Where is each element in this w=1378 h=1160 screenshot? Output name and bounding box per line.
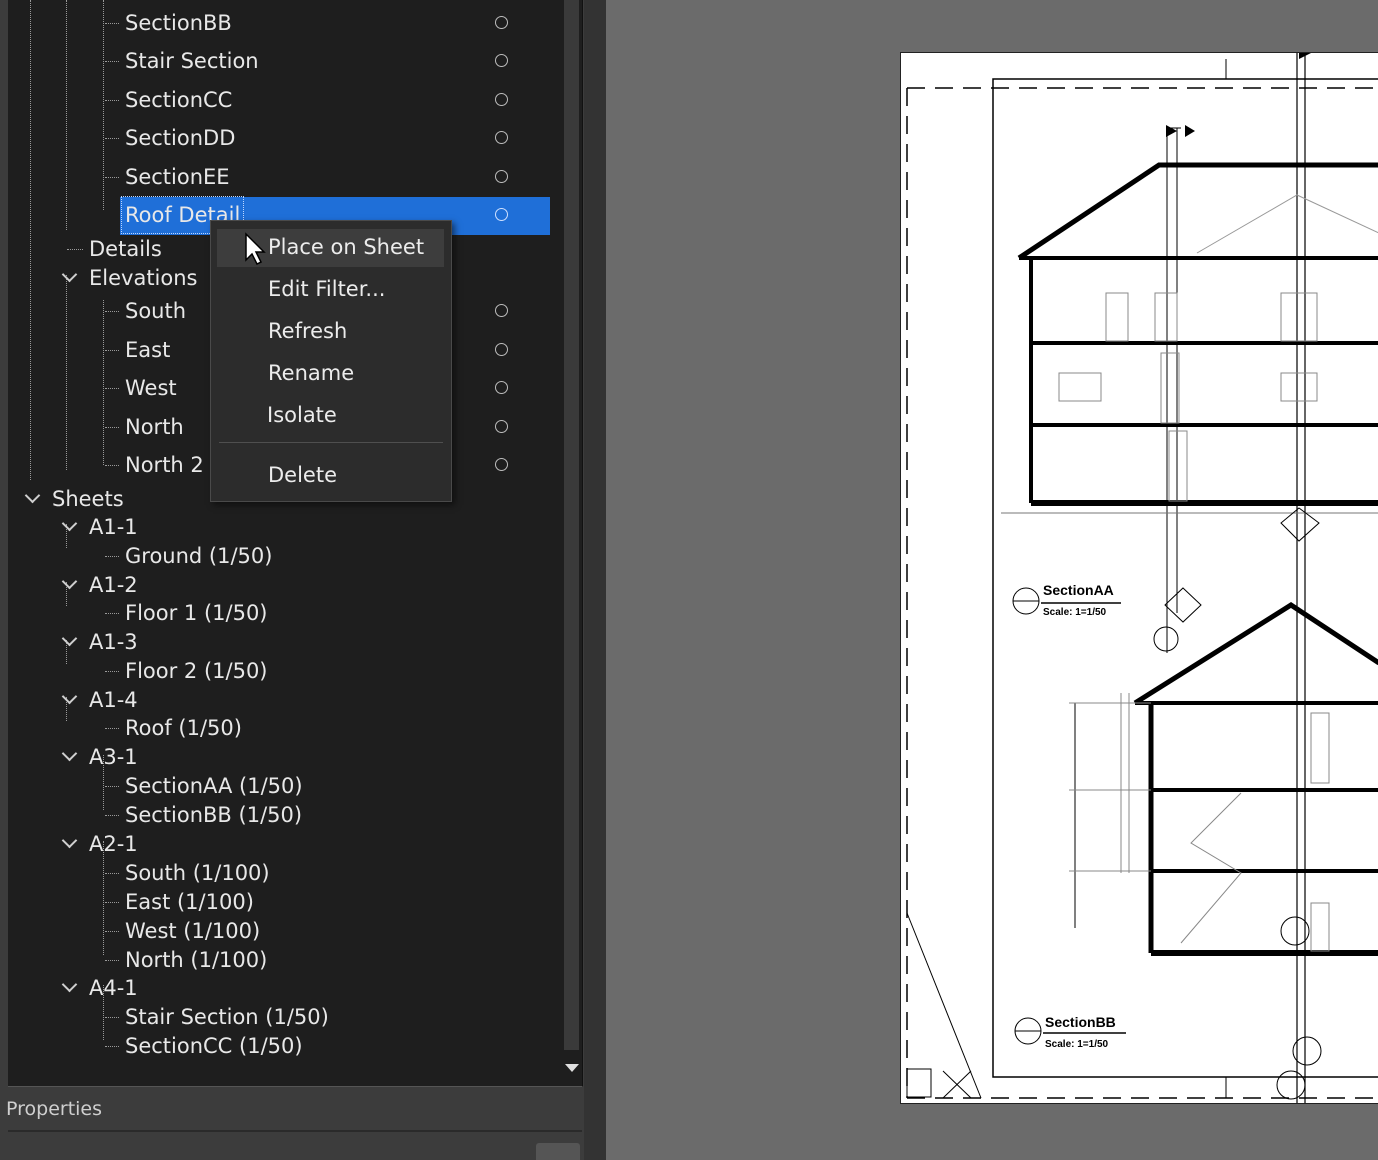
tree-item-label: SectionCC — [125, 88, 233, 112]
sheet-drawing: SectionAA Scale: 1=1/50 SectionBB Scale:… — [906, 53, 1378, 1103]
tree-item-label: SectionEE — [125, 165, 230, 189]
properties-label: Properties — [6, 1098, 103, 1120]
project-browser-panel: SectionBB Stair Section SectionCC SectionDD… — [0, 0, 584, 1160]
chevron-down-icon[interactable] — [61, 832, 78, 849]
tree-branch-line — [105, 100, 119, 101]
tree-item-label: SectionDD — [125, 126, 236, 150]
tree-branch-line — [105, 613, 119, 614]
tree-item[interactable]: Stair Section — [8, 43, 554, 79]
tree-item-label: East — [125, 338, 171, 362]
chevron-down-icon[interactable] — [61, 573, 78, 590]
menu-item-delete[interactable]: Delete — [268, 463, 337, 487]
tree-item[interactable]: SectionCC (1/50) — [8, 1028, 554, 1064]
panel-splitter[interactable] — [584, 0, 606, 1160]
tree-branch-line — [105, 61, 119, 62]
chevron-down-icon[interactable] — [61, 266, 78, 283]
view-status-radio-icon[interactable] — [495, 381, 508, 394]
tree-item-label: Stair Section — [125, 49, 259, 73]
section-bb-scale: Scale: 1=1/50 — [1045, 1039, 1109, 1050]
view-status-radio-icon[interactable] — [495, 304, 508, 317]
tree-branch-line — [105, 873, 119, 874]
chevron-down-icon[interactable] — [61, 976, 78, 993]
tree-branch-line — [105, 671, 119, 672]
chevron-down-icon[interactable] — [61, 688, 78, 705]
chevron-down-icon[interactable] — [24, 487, 41, 504]
tree-branch-line — [105, 23, 119, 24]
tree-scrollbar[interactable] — [560, 0, 582, 1086]
properties-divider — [8, 1130, 582, 1132]
view-status-radio-icon[interactable] — [495, 16, 508, 29]
tree-branch-line — [67, 249, 83, 250]
tree-branch-line — [105, 902, 119, 903]
tree-item-label: SectionCC (1/50) — [125, 1034, 303, 1058]
tree-item[interactable]: SectionCC — [8, 82, 554, 118]
tree-branch-line — [105, 350, 119, 351]
tree-item-label: SectionBB — [125, 11, 232, 35]
properties-toggle-button[interactable] — [536, 1143, 580, 1160]
tree-item-label: South — [125, 299, 187, 323]
view-status-radio-icon[interactable] — [495, 343, 508, 356]
tree-branch-line — [105, 556, 119, 557]
tree-branch-line — [105, 138, 119, 139]
view-status-radio-icon[interactable] — [495, 131, 508, 144]
tree-branch-line — [105, 1017, 119, 1018]
tree-item[interactable]: SectionBB — [8, 5, 554, 41]
tree-item[interactable]: SectionDD — [8, 120, 554, 156]
section-aa-title: SectionAA — [1043, 582, 1114, 598]
chevron-down-icon[interactable] — [61, 745, 78, 762]
tree-branch-line — [105, 931, 119, 932]
menu-item-isolate[interactable]: Isolate — [267, 403, 337, 427]
menu-item-refresh[interactable]: Refresh — [268, 319, 347, 343]
tree-branch-line — [105, 960, 119, 961]
chevron-down-icon[interactable] — [61, 515, 78, 532]
mouse-pointer-icon — [245, 232, 266, 266]
tree-branch-line — [105, 388, 119, 389]
tree-branch-line — [105, 786, 119, 787]
view-status-radio-icon[interactable] — [495, 208, 508, 221]
view-status-radio-icon[interactable] — [495, 54, 508, 67]
tree-item[interactable]: SectionEE — [8, 159, 554, 195]
tree-item-label: North — [125, 415, 184, 439]
menu-item-edit-filter[interactable]: Edit Filter... — [268, 277, 385, 301]
view-status-radio-icon[interactable] — [495, 420, 508, 433]
drawing-sheet[interactable]: SectionAA Scale: 1=1/50 SectionBB Scale:… — [900, 52, 1378, 1104]
scrollbar-thumb[interactable] — [564, 0, 579, 1050]
tree-item-label: Elevations — [89, 266, 198, 290]
tree-branch-line — [105, 465, 119, 466]
section-bb-title: SectionBB — [1045, 1014, 1116, 1030]
chevron-down-icon[interactable] — [61, 630, 78, 647]
menu-item-place-on-sheet[interactable]: Place on Sheet — [268, 235, 424, 259]
menu-item-rename[interactable]: Rename — [268, 361, 354, 385]
tree-branch-line — [105, 177, 119, 178]
tree-branch-line — [105, 311, 119, 312]
project-tree[interactable]: SectionBB Stair Section SectionCC SectionDD… — [8, 0, 583, 1087]
section-aa-scale: Scale: 1=1/50 — [1043, 607, 1107, 618]
scroll-down-arrow-icon[interactable] — [565, 1064, 579, 1072]
view-status-radio-icon[interactable] — [495, 93, 508, 106]
tree-branch-line — [105, 1046, 119, 1047]
view-status-radio-icon[interactable] — [495, 458, 508, 471]
tree-item-label: West — [125, 376, 177, 400]
tree-branch-line — [105, 427, 119, 428]
tree-branch-line — [105, 815, 119, 816]
menu-separator — [219, 442, 443, 443]
view-status-radio-icon[interactable] — [495, 170, 508, 183]
tree-item-label: North 2 — [125, 453, 204, 477]
tree-branch-line — [105, 728, 119, 729]
